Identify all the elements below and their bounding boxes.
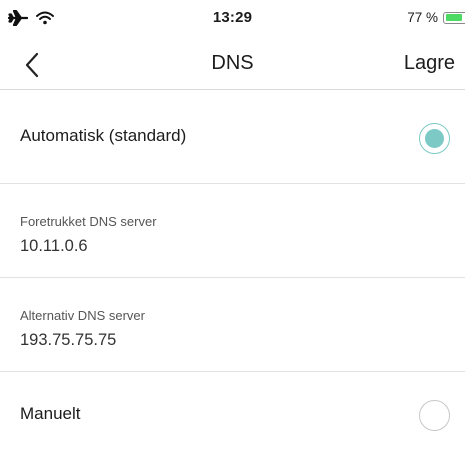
alternate-dns-value: 193.75.75.75 <box>20 331 117 349</box>
status-bar-right: 77 % <box>407 10 465 25</box>
alternate-dns-row: Alternativ DNS server 193.75.75.75 <box>0 278 465 372</box>
navigation-bar: DNS Lagre <box>0 38 465 90</box>
radio-manual[interactable] <box>419 400 450 431</box>
radio-automatic-dot <box>425 129 444 148</box>
option-automatic[interactable]: Automatisk (standard) <box>0 90 465 184</box>
radio-automatic[interactable] <box>419 123 450 154</box>
alternate-dns-label: Alternativ DNS server <box>20 308 145 323</box>
battery-percent: 77 % <box>407 10 438 25</box>
preferred-dns-row: Foretrukket DNS server 10.11.0.6 <box>0 184 465 278</box>
page-title: DNS <box>211 52 254 74</box>
save-button[interactable]: Lagre <box>404 52 455 75</box>
battery-fill <box>445 14 462 21</box>
dns-settings-screen: 13:29 77 % DNS Lagre Automatisk (standar… <box>0 0 465 457</box>
status-bar: 13:29 77 % <box>0 0 465 38</box>
option-manual[interactable]: Manuelt <box>0 372 465 457</box>
option-automatic-label: Automatisk (standard) <box>20 126 187 145</box>
battery-icon <box>443 11 465 24</box>
preferred-dns-value: 10.11.0.6 <box>20 237 88 255</box>
preferred-dns-label: Foretrukket DNS server <box>20 214 157 229</box>
option-manual-label: Manuelt <box>20 404 81 423</box>
status-time: 13:29 <box>212 9 253 26</box>
